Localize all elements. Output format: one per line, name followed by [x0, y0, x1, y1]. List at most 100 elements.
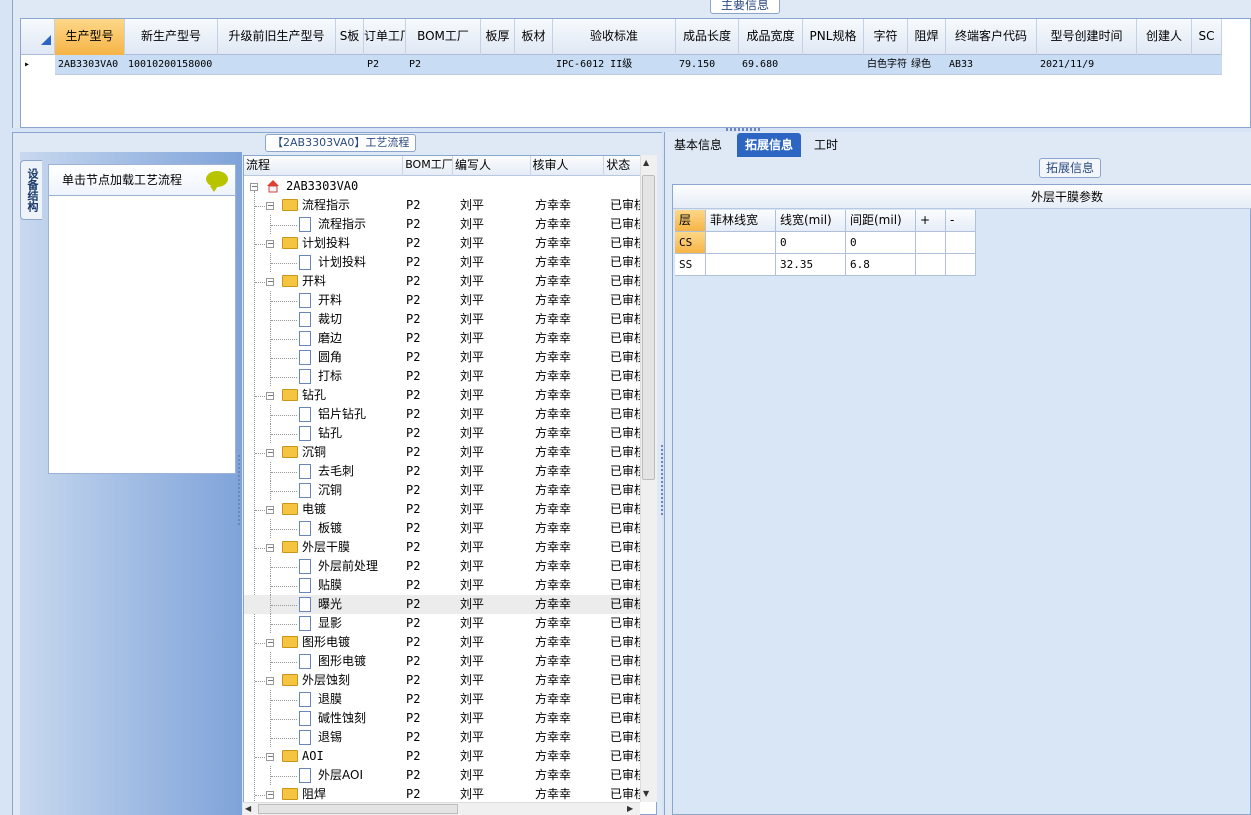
tree-step-row[interactable]: 磨边 P2 刘平 方幸幸 已审核 — [244, 329, 644, 348]
cell[interactable] — [481, 55, 515, 75]
collapse-toggle-icon[interactable]: − — [266, 753, 274, 761]
splitter-grip[interactable] — [238, 455, 240, 525]
param-cell[interactable]: 32.35 — [776, 254, 846, 276]
cell[interactable]: 2021/11/9 — [1037, 55, 1137, 75]
tree-scroll-thumb[interactable] — [642, 175, 655, 480]
scroll-up-arrow-icon[interactable]: ▲ — [643, 158, 649, 167]
param-cell[interactable] — [946, 232, 976, 254]
tree-group-row[interactable]: − 图形电镀 P2 刘平 方幸幸 已审核 — [244, 633, 644, 652]
param-column-header[interactable]: 线宽(mil) — [776, 210, 846, 232]
tree-group-row[interactable]: − AOI P2 刘平 方幸幸 已审核 — [244, 747, 644, 766]
column-header[interactable]: SC — [1192, 19, 1222, 55]
main-grid-row[interactable]: ▸ 2AB3303VA0 10010200158000 P2 P2 IPC-6012 II… — [21, 55, 1222, 75]
param-cell[interactable]: 0 — [776, 232, 846, 254]
tree-column-header[interactable]: 状态 — [604, 156, 644, 176]
cell[interactable]: 绿色 — [908, 55, 946, 75]
row-indicator[interactable]: ▸ — [21, 55, 55, 75]
column-header[interactable]: S板 — [336, 19, 364, 55]
tree-column-header[interactable]: 流程 — [244, 156, 404, 176]
column-header[interactable]: 订单工厂 — [364, 19, 406, 55]
column-header[interactable]: 型号创建时间 — [1037, 19, 1137, 55]
tree-step-row[interactable]: 贴膜 P2 刘平 方幸幸 已审核 — [244, 576, 644, 595]
tree-group-row[interactable]: − 开料 P2 刘平 方幸幸 已审核 — [244, 272, 644, 291]
param-cell[interactable] — [916, 254, 946, 276]
device-structure-tab[interactable]: 设备结构 — [20, 160, 42, 220]
tree-column-header[interactable]: BOM工厂 — [403, 156, 453, 176]
tree-group-row[interactable]: − 外层蚀刻 P2 刘平 方幸幸 已审核 — [244, 671, 644, 690]
scroll-right-arrow-icon[interactable]: ▶ — [627, 804, 633, 813]
collapse-toggle-icon[interactable]: − — [266, 449, 274, 457]
param-column-header[interactable]: 菲林线宽 — [706, 210, 776, 232]
tree-group-row[interactable]: − 计划投料 P2 刘平 方幸幸 已审核 — [244, 234, 644, 253]
cell[interactable]: 10010200158000 — [125, 55, 218, 75]
collapse-toggle-icon[interactable]: − — [266, 202, 274, 210]
tree-group-row[interactable]: − 电镀 P2 刘平 方幸幸 已审核 — [244, 500, 644, 519]
param-cell[interactable] — [946, 254, 976, 276]
column-header[interactable]: 验收标准 — [553, 19, 676, 55]
tree-step-row[interactable]: 外层前处理 P2 刘平 方幸幸 已审核 — [244, 557, 644, 576]
tree-step-row[interactable]: 显影 P2 刘平 方幸幸 已审核 — [244, 614, 644, 633]
collapse-toggle-icon[interactable]: − — [266, 639, 274, 647]
collapse-toggle-icon[interactable]: − — [266, 506, 274, 514]
tree-step-row[interactable]: 开料 P2 刘平 方幸幸 已审核 — [244, 291, 644, 310]
tree-step-row[interactable]: 流程指示 P2 刘平 方幸幸 已审核 — [244, 215, 644, 234]
collapse-toggle-icon[interactable]: − — [266, 278, 274, 286]
cell[interactable] — [336, 55, 364, 75]
collapse-toggle-icon[interactable]: − — [266, 791, 274, 799]
tree-step-row[interactable]: 碱性蚀刻 P2 刘平 方幸幸 已审核 — [244, 709, 644, 728]
tab-basic-info[interactable]: 基本信息 — [666, 133, 730, 157]
cell[interactable]: 2AB3303VA0 — [55, 55, 125, 75]
collapse-toggle-icon[interactable]: − — [266, 677, 274, 685]
cell[interactable]: P2 — [406, 55, 481, 75]
param-column-header[interactable]: 间距(mil) — [846, 210, 916, 232]
param-cell[interactable] — [706, 232, 776, 254]
splitter-grip-right[interactable] — [661, 445, 663, 515]
tree-step-row[interactable]: 打标 P2 刘平 方幸幸 已审核 — [244, 367, 644, 386]
node-list-box[interactable] — [48, 164, 236, 474]
param-column-header[interactable]: 层 — [675, 210, 706, 232]
column-header[interactable]: 板厚 — [481, 19, 515, 55]
tree-step-row[interactable]: 退锡 P2 刘平 方幸幸 已审核 — [244, 728, 644, 747]
tree-step-row[interactable]: 裁切 P2 刘平 方幸幸 已审核 — [244, 310, 644, 329]
tab-extension-info[interactable]: 拓展信息 — [737, 133, 802, 157]
tree-group-row[interactable]: − 沉铜 P2 刘平 方幸幸 已审核 — [244, 443, 644, 462]
tree-group-row[interactable]: − 外层干膜 P2 刘平 方幸幸 已审核 — [244, 538, 644, 557]
cell[interactable] — [803, 55, 864, 75]
tree-step-row[interactable]: 计划投料 P2 刘平 方幸幸 已审核 — [244, 253, 644, 272]
cell[interactable] — [1192, 55, 1222, 75]
cell[interactable] — [515, 55, 553, 75]
column-header[interactable]: 成品宽度 — [739, 19, 803, 55]
column-header[interactable]: 新生产型号 — [125, 19, 218, 55]
tree-hscroll-thumb[interactable] — [258, 804, 458, 814]
tree-step-row[interactable]: 曝光 P2 刘平 方幸幸 已审核 — [244, 595, 644, 614]
tree-step-row[interactable]: 板镀 P2 刘平 方幸幸 已审核 — [244, 519, 644, 538]
cell[interactable]: 69.680 — [739, 55, 803, 75]
param-cell[interactable]: 6.8 — [846, 254, 916, 276]
column-header[interactable]: 升级前旧生产型号 — [218, 19, 336, 55]
collapse-toggle-icon[interactable]: − — [250, 183, 258, 191]
cell[interactable]: 79.150 — [676, 55, 739, 75]
tab-work-hours[interactable]: 工时 — [806, 133, 846, 157]
param-column-header[interactable]: - — [946, 210, 976, 232]
tree-step-row[interactable]: 外层AOI P2 刘平 方幸幸 已审核 — [244, 766, 644, 785]
column-header[interactable]: 生产型号 — [55, 19, 125, 55]
splitter-grip-top[interactable] — [726, 128, 762, 131]
tree-group-row[interactable]: − 钻孔 P2 刘平 方幸幸 已审核 — [244, 386, 644, 405]
tree-step-row[interactable]: 钻孔 P2 刘平 方幸幸 已审核 — [244, 424, 644, 443]
tree-step-row[interactable]: 图形电镀 P2 刘平 方幸幸 已审核 — [244, 652, 644, 671]
tree-root-row[interactable]: − 2AB3303VA0 — [244, 177, 644, 196]
cell[interactable] — [218, 55, 336, 75]
scroll-left-arrow-icon[interactable]: ◀ — [245, 804, 251, 813]
param-column-header[interactable]: + — [916, 210, 946, 232]
column-header[interactable]: PNL规格 — [803, 19, 864, 55]
column-header[interactable]: 终端客户代码 — [946, 19, 1037, 55]
process-flow-tree[interactable]: 流程 BOM工厂 编写人 核审人 状态 −2AB3303VA0− 流程指示 P2 刘平 方幸幸已… — [243, 155, 657, 815]
param-cell[interactable] — [916, 232, 946, 254]
collapse-toggle-icon[interactable]: − — [266, 544, 274, 552]
tree-group-row[interactable]: − 流程指示 P2 刘平 方幸幸 已审核 — [244, 196, 644, 215]
param-cell[interactable] — [706, 254, 776, 276]
tree-column-header[interactable]: 编写人 — [453, 156, 531, 176]
collapse-toggle-icon[interactable]: − — [266, 392, 274, 400]
tree-step-row[interactable]: 沉铜 P2 刘平 方幸幸 已审核 — [244, 481, 644, 500]
tree-step-row[interactable]: 退膜 P2 刘平 方幸幸 已审核 — [244, 690, 644, 709]
